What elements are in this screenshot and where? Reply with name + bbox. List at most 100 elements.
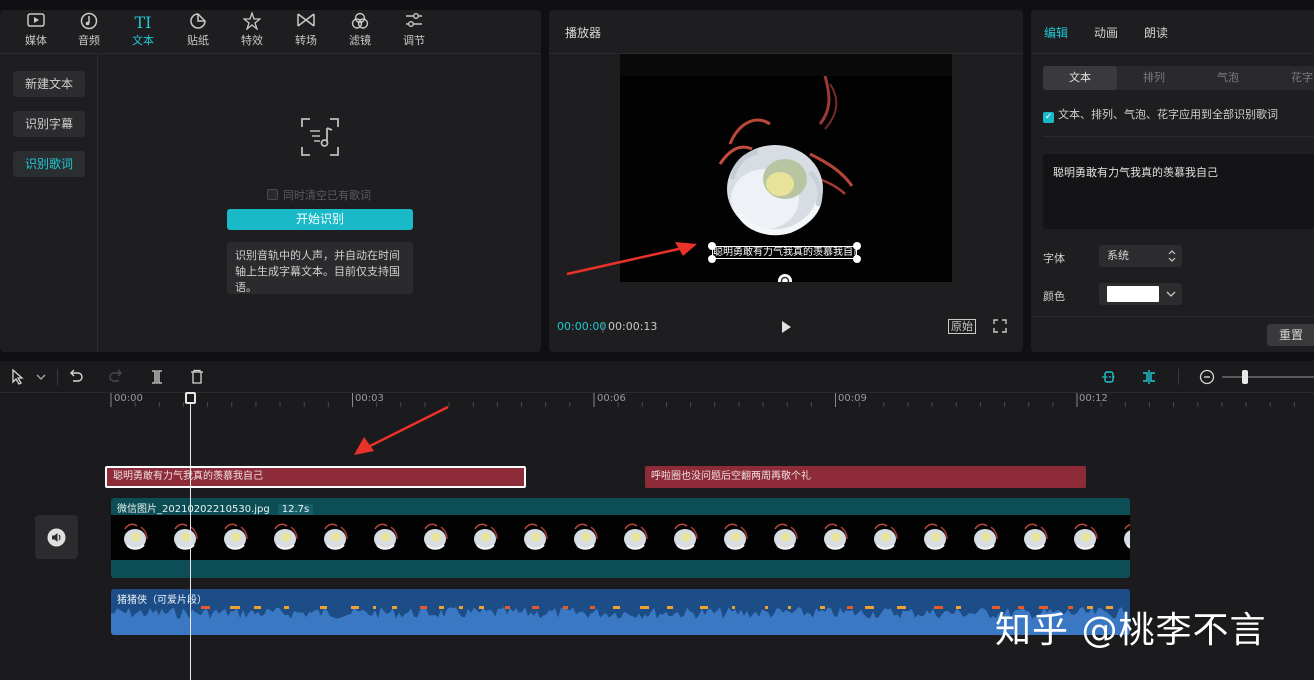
sidebar-item-new-text[interactable]: 新建文本: [13, 71, 85, 97]
redo-icon[interactable]: [108, 369, 124, 385]
media-panel: 媒体 音频 TI 文本 贴纸 特效 转场 滤镜 调节 新建文本 识别字幕 识别歌…: [0, 10, 541, 352]
tab-adjust[interactable]: 调节: [387, 12, 441, 54]
delete-icon[interactable]: [189, 369, 205, 385]
resize-handle[interactable]: [853, 255, 861, 263]
sidebar-item-recognize-subtitles[interactable]: 识别字幕: [13, 111, 85, 137]
subtitle-overlay[interactable]: 聪明勇敢有力气我真的羡慕我自己: [712, 246, 857, 259]
tab-text[interactable]: TI 文本: [116, 12, 170, 54]
waveform-peak: [284, 606, 289, 609]
annotation-arrow-icon: [566, 242, 697, 276]
ruler-label: 00:03: [355, 393, 384, 404]
video-thumbnail: [261, 515, 311, 560]
original-ratio-button[interactable]: 原始: [948, 319, 976, 334]
tab-effects[interactable]: 特效: [225, 10, 279, 54]
video-thumbnail: [761, 515, 811, 560]
video-thumbnails: [111, 515, 1130, 560]
video-thumbnail: [511, 515, 561, 560]
annotation-arrow-icon: [354, 405, 449, 455]
play-icon[interactable]: [778, 319, 794, 335]
tab-edit[interactable]: 编辑: [1044, 24, 1068, 41]
zoom-slider-thumb[interactable]: [1242, 370, 1248, 384]
playhead-line[interactable]: [190, 393, 191, 680]
video-thumbnail: [861, 515, 911, 560]
ruler-label: 00:12: [1079, 393, 1108, 404]
waveform-peak: [479, 606, 484, 609]
time-ruler[interactable]: 00:00 00:03 00:06 00:09 00:12: [0, 393, 1314, 407]
waveform-peak: [667, 606, 673, 609]
lyric-text-input[interactable]: 聪明勇敢有力气我真的羡慕我自己: [1043, 154, 1314, 229]
segment-fancy-text[interactable]: 花字: [1265, 66, 1314, 90]
tab-label: 转场: [295, 34, 317, 47]
check-icon[interactable]: ✓: [1043, 112, 1054, 123]
audio-clip[interactable]: 猪猪侠（可爱片段）: [111, 589, 1130, 635]
tab-media[interactable]: 媒体: [9, 12, 63, 54]
segment-arrange[interactable]: 排列: [1117, 66, 1191, 90]
chevron-down-icon[interactable]: [1166, 291, 1176, 298]
transition-icon: [279, 12, 333, 34]
tab-filter[interactable]: 滤镜: [333, 12, 387, 54]
ruler-label: 00:00: [114, 393, 143, 404]
zoom-slider-track[interactable]: [1222, 376, 1314, 378]
waveform-peak: [865, 606, 874, 609]
watermark: 知乎 @桃李不言: [995, 610, 1267, 651]
waveform-peak: [788, 606, 791, 609]
waveform-peak: [505, 606, 510, 609]
tab-audio[interactable]: 音频: [62, 12, 116, 54]
segment-bubble[interactable]: 气泡: [1191, 66, 1265, 90]
font-value: 系统: [1107, 249, 1129, 262]
checkbox-label: 同时清空已有歌词: [283, 189, 371, 202]
divider: [1178, 369, 1179, 385]
waveform-peak: [765, 606, 768, 609]
video-thumbnail: [311, 515, 361, 560]
split-icon[interactable]: [149, 369, 165, 385]
undo-icon[interactable]: [68, 369, 84, 385]
resize-handle[interactable]: [708, 255, 716, 263]
sidebar-item-recognize-lyrics[interactable]: 识别歌词: [13, 151, 85, 177]
resize-handle[interactable]: [708, 242, 716, 250]
cursor-select-icon[interactable]: [10, 369, 26, 385]
tab-label: 特效: [241, 34, 263, 47]
clear-lyrics-checkbox[interactable]: 同时清空已有歌词: [267, 187, 371, 203]
tab-sticker[interactable]: 贴纸: [171, 12, 225, 54]
subtitle-clip[interactable]: 呼啦圈也没问题后空翻两周再敬个礼: [645, 466, 1086, 488]
time-separator: |: [601, 320, 605, 333]
waveform-peak: [201, 606, 210, 609]
tab-read-aloud[interactable]: 朗读: [1144, 24, 1168, 41]
subtitle-clip-selected[interactable]: 聪明勇敢有力气我真的羡慕我自己: [105, 466, 526, 488]
main-track-audio-toggle[interactable]: [35, 515, 78, 559]
waveform-peak: [420, 606, 427, 609]
tab-animation[interactable]: 动画: [1094, 24, 1118, 41]
filter-icon: [333, 12, 387, 34]
chevron-down-icon[interactable]: [33, 369, 49, 385]
reset-button[interactable]: 重置: [1267, 324, 1314, 346]
color-swatch[interactable]: [1107, 286, 1159, 302]
color-picker[interactable]: [1099, 283, 1182, 305]
lyrics-recognition-icon: [301, 118, 339, 156]
recognition-info-text: 识别音轨中的人声，并自动在时间轴上生成字幕文本。目前仅支持国语。: [227, 242, 413, 294]
fullscreen-icon[interactable]: [993, 319, 1007, 333]
apply-all-checkbox[interactable]: ✓ 文本、排列、气泡、花字应用到全部识别歌词: [1043, 106, 1278, 123]
waveform-peak: [820, 606, 825, 609]
checkbox-box[interactable]: [267, 189, 278, 200]
playhead-handle[interactable]: [185, 392, 196, 404]
start-recognition-button[interactable]: 开始识别: [227, 209, 413, 230]
linkage-icon[interactable]: [1141, 369, 1157, 385]
rotate-handle-icon[interactable]: [777, 273, 793, 282]
media-icon: [9, 12, 63, 34]
zoom-out-icon[interactable]: [1199, 369, 1215, 385]
magnet-snap-icon[interactable]: [1101, 369, 1117, 385]
segment-text[interactable]: 文本: [1043, 66, 1117, 90]
video-thumbnail: [611, 515, 661, 560]
waveform-peak: [439, 606, 444, 609]
font-select[interactable]: 系统: [1099, 245, 1182, 267]
divider: [57, 369, 58, 385]
speaker-icon[interactable]: [47, 528, 66, 547]
font-label: 字体: [1043, 252, 1065, 265]
stepper-icon[interactable]: [1168, 249, 1176, 263]
resize-handle[interactable]: [853, 242, 861, 250]
tab-transition[interactable]: 转场: [279, 12, 333, 54]
sticker-icon: [171, 12, 225, 34]
video-clip[interactable]: 微信图片_20210202210530.jpg 12.7s: [111, 498, 1130, 578]
current-time: 00:00:00: [557, 320, 607, 333]
divider: [1043, 136, 1314, 137]
